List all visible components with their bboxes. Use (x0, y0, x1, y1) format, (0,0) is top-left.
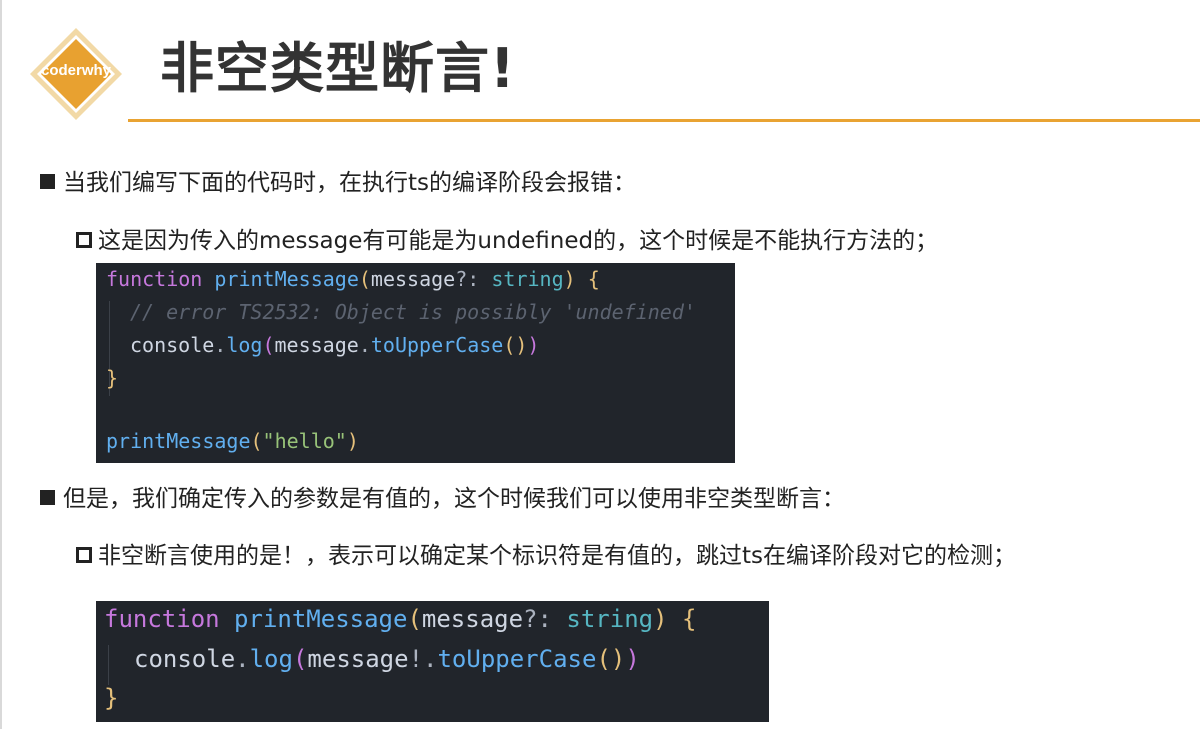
code-block-non-null-assertion: function printMessage(message?: string) … (96, 601, 769, 722)
code-line-1: function printMessage(message?: string) … (104, 605, 697, 633)
filled-square-bullet-icon (40, 490, 55, 505)
hollow-square-bullet-icon (76, 232, 92, 248)
bullet-text: 但是，我们确定传入的参数是有值的，这个时候我们可以使用非空类型断言： (63, 486, 845, 512)
sub-bullet-text: 非空断言使用的是！，表示可以确定某个标识符是有值的，跳过ts在编译阶段对它的检测… (98, 543, 1017, 569)
logo-text: coderwhy (40, 62, 112, 79)
filled-square-bullet-icon (40, 174, 55, 189)
indent-guide (108, 645, 109, 685)
hollow-square-bullet-icon (76, 547, 92, 563)
code-line-comment: // error TS2532: Object is possibly 'und… (130, 300, 696, 324)
bullet-item-1: 当我们编写下面的代码时，在执行ts的编译阶段会报错： (40, 168, 636, 198)
code-line-1: function printMessage(message?: string) … (106, 267, 600, 291)
sub-bullet-item-2: 非空断言使用的是！，表示可以确定某个标识符是有值的，跳过ts在编译阶段对它的检测… (76, 541, 1016, 571)
bullet-text: 当我们编写下面的代码时，在执行ts的编译阶段会报错： (63, 170, 637, 196)
title-underline (128, 119, 1200, 122)
code-line-2: console.log(message!.toUpperCase()) (134, 645, 640, 673)
bullet-item-2: 但是，我们确定传入的参数是有值的，这个时候我们可以使用非空类型断言： (40, 484, 845, 514)
code-line-3: } (104, 684, 119, 712)
sub-bullet-text: 这是因为传入的message有可能是为undefined的，这个时候是不能执行方… (98, 228, 939, 254)
page-title: 非空类型断言! (160, 37, 516, 100)
code-block-error-example: function printMessage(message?: string) … (96, 263, 735, 463)
sub-bullet-item-1: 这是因为传入的message有可能是为undefined的，这个时候是不能执行方… (76, 226, 938, 256)
code-line-4: } (106, 366, 119, 390)
code-line-3: console.log(message.toUpperCase()) (130, 333, 540, 357)
code-line-6: printMessage("hello") (106, 429, 359, 453)
slide-left-border (0, 0, 2, 729)
